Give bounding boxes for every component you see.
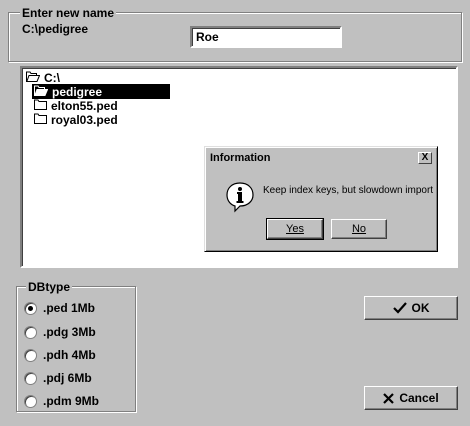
radio-button[interactable] — [24, 371, 37, 385]
dbtype-option-label: .ped 1Mb — [43, 301, 96, 315]
dbtype-option-label: .pdm 9Mb — [43, 394, 99, 408]
folder-tree[interactable]: C:\ pedigree elton55.ped royal03.ped Inf… — [20, 66, 458, 268]
tree-selected-highlight: pedigree — [32, 84, 170, 99]
dbtype-option-pdg[interactable]: .pdg 3Mb — [24, 324, 96, 340]
tree-item-elton55[interactable]: elton55.ped — [34, 98, 118, 113]
cancel-button[interactable]: Cancel — [364, 386, 458, 410]
radio-button[interactable] — [24, 348, 37, 362]
radio-button[interactable] — [24, 394, 37, 408]
radio-button[interactable] — [24, 301, 37, 315]
ok-button-label: OK — [411, 301, 430, 315]
dialog-message: Keep index keys, but slowdown import — [263, 185, 434, 196]
dialog-titlebar[interactable]: Information X — [208, 150, 434, 166]
dialog-close-button[interactable]: X — [418, 152, 432, 164]
name-group-legend: Enter new name — [20, 6, 117, 20]
information-dialog: Information X Keep index keys, but slowd… — [204, 146, 438, 252]
tree-item-label: C:\ — [44, 70, 60, 85]
dbtype-legend: DBtype — [26, 280, 73, 294]
current-path-label: C:\pedigree — [22, 22, 89, 36]
open-folder-icon — [26, 71, 41, 85]
tree-item-label: royal03.ped — [51, 112, 118, 127]
open-folder-icon — [34, 85, 49, 99]
dbtype-option-label: .pdg 3Mb — [43, 325, 96, 339]
tree-item-royal03[interactable]: royal03.ped — [34, 112, 118, 127]
folder-icon — [34, 99, 47, 113]
dbtype-option-pdj[interactable]: .pdj 6Mb — [24, 370, 92, 386]
tree-item-root[interactable]: C:\ — [26, 70, 60, 85]
checkmark-icon — [392, 302, 407, 314]
tree-item-pedigree[interactable]: pedigree — [32, 84, 170, 99]
no-button[interactable]: No — [331, 219, 387, 239]
dialog-title: Information — [210, 152, 271, 164]
name-input-value: Roe — [196, 30, 219, 44]
cancel-button-label: Cancel — [399, 391, 439, 405]
dbtype-option-ped[interactable]: .ped 1Mb — [24, 300, 95, 316]
dbtype-option-label: .pdh 4Mb — [43, 348, 96, 362]
yes-button-label: Yes — [286, 223, 304, 235]
tree-item-label: elton55.ped — [51, 98, 118, 113]
yes-button[interactable]: Yes — [266, 218, 324, 240]
no-button-label: No — [351, 223, 367, 235]
folder-icon — [34, 113, 47, 127]
cross-icon — [383, 392, 395, 404]
dbtype-option-label: .pdj 6Mb — [43, 371, 92, 385]
name-input[interactable]: Roe — [190, 26, 342, 48]
ok-button[interactable]: OK — [364, 296, 458, 320]
tree-item-label: pedigree — [52, 84, 103, 99]
dbtype-option-pdh[interactable]: .pdh 4Mb — [24, 347, 96, 363]
dbtype-option-pdm[interactable]: .pdm 9Mb — [24, 393, 99, 409]
close-icon: X — [421, 152, 429, 163]
info-icon — [225, 181, 255, 216]
radio-button[interactable] — [24, 325, 37, 339]
